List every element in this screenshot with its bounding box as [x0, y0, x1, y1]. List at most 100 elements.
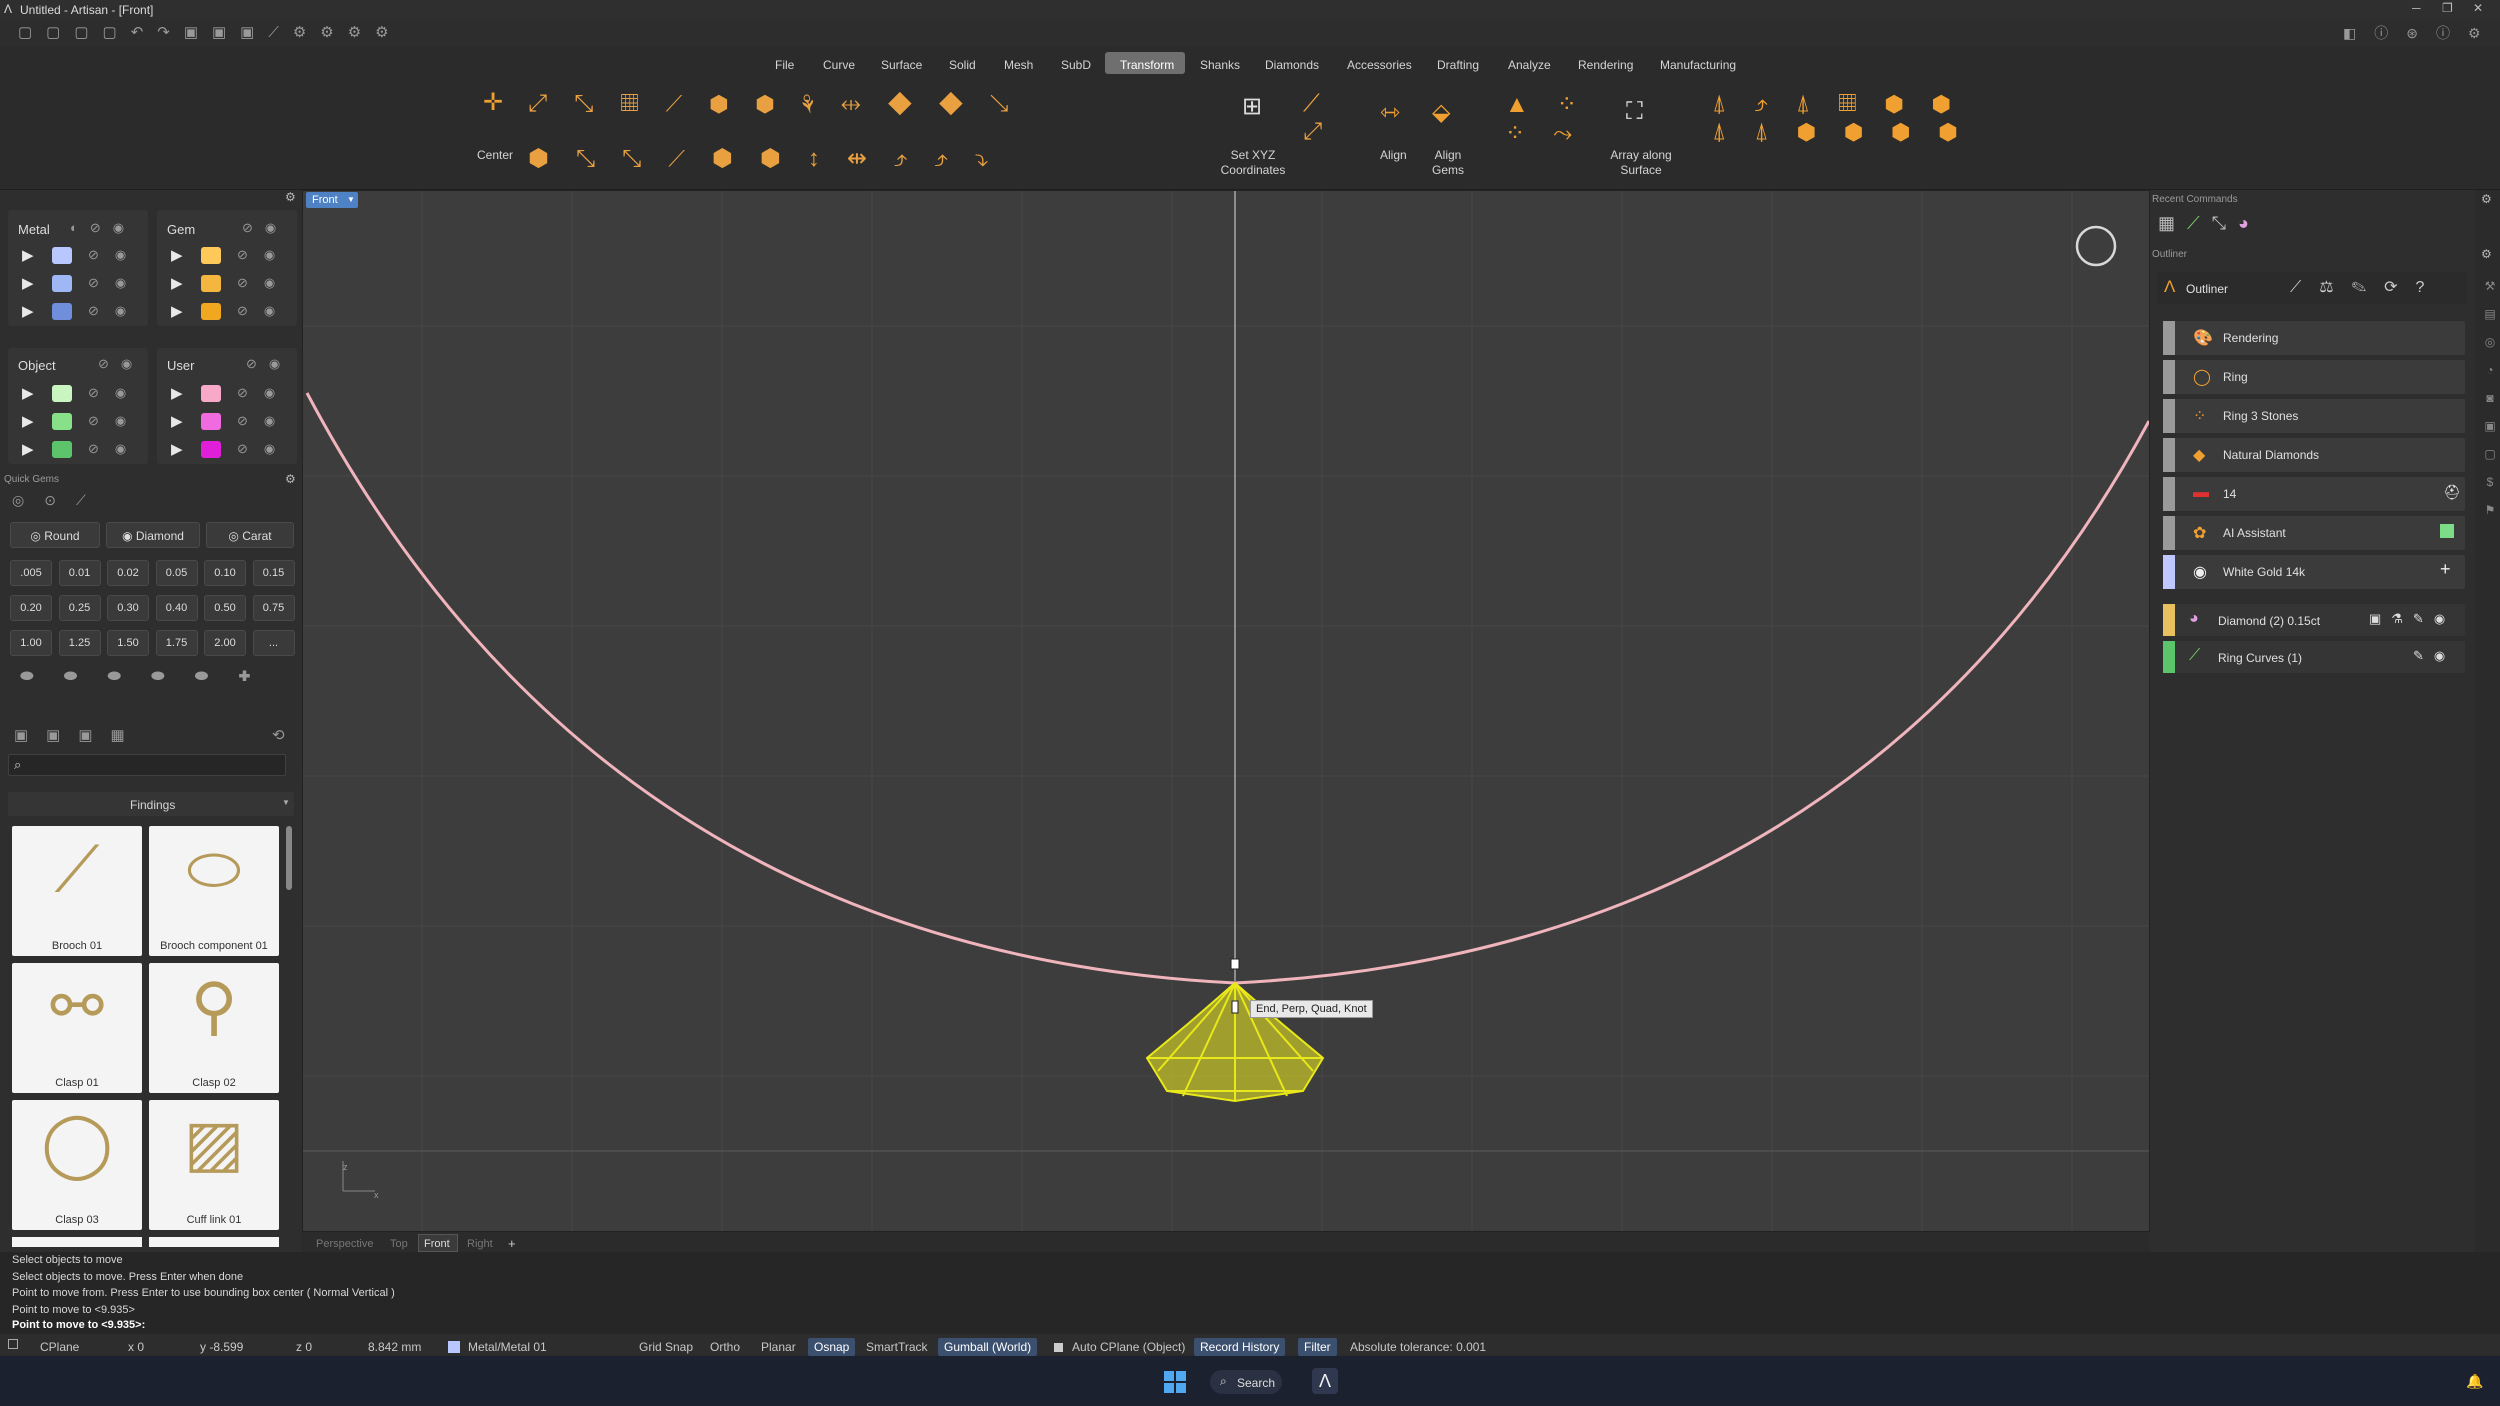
outliner-row[interactable]: 🎨 Rendering: [2163, 321, 2465, 355]
recent-command-icons[interactable]: ▦⟋⤡◕: [2158, 213, 2261, 234]
layer-expand-icon[interactable]: ▶: [171, 384, 183, 402]
layer-lock-visibility-icons[interactable]: ⊘◉: [237, 413, 291, 429]
gem-size-button[interactable]: 0.20: [10, 595, 52, 621]
layer-color-swatch[interactable]: [201, 385, 221, 402]
layer-color-swatch[interactable]: [201, 247, 221, 264]
menu-analyze[interactable]: Analyze: [1508, 58, 1551, 72]
right-dock-icons[interactable]: ⚒ ▤ ◎ ◔ ◙ ▣ ▢ $ ⚑: [2482, 272, 2498, 524]
menu-solid[interactable]: Solid: [949, 58, 976, 72]
viewport-tab-right[interactable]: Right: [467, 1238, 493, 1250]
grid-snap-toggle[interactable]: Grid Snap: [639, 1340, 693, 1354]
material-preview-icon[interactable]: ⛑: [2443, 484, 2461, 501]
layer-expand-icon[interactable]: ▶: [22, 246, 34, 264]
layer-color-swatch[interactable]: [52, 441, 72, 458]
osnap-toggle[interactable]: Osnap: [808, 1338, 856, 1356]
library-item[interactable]: [149, 1237, 279, 1247]
command-prompt[interactable]: Point to move to <9.935>:: [12, 1319, 145, 1331]
gem-size-button[interactable]: 2.00: [204, 630, 246, 656]
layer-expand-icon[interactable]: ▶: [22, 440, 34, 458]
gem-size-button[interactable]: ...: [252, 630, 295, 656]
viewport-tab-top[interactable]: Top: [390, 1238, 408, 1250]
outliner-row[interactable]: ◆ Natural Diamonds: [2163, 438, 2465, 472]
layer-color-swatch[interactable]: [52, 303, 72, 320]
menu-rendering[interactable]: Rendering: [1578, 58, 1633, 72]
layer-lock-visibility-icons[interactable]: ⊘◉: [237, 247, 291, 263]
outliner-row[interactable]: ◯ Ring: [2163, 360, 2465, 394]
tool-icons-right[interactable]: ⍋⤴⍋▦⬢⬢ ⍋⍋⬢⬢⬢⬢: [1712, 90, 1986, 146]
planar-toggle[interactable]: Planar: [761, 1340, 796, 1354]
status-layer[interactable]: Metal/Metal 01: [468, 1340, 547, 1354]
library-refresh-icon[interactable]: ⟲: [272, 726, 285, 744]
library-item[interactable]: ⚲ Clasp 02: [149, 963, 279, 1093]
center-button[interactable]: ✛: [473, 88, 513, 126]
gem-size-button[interactable]: 0.50: [204, 595, 246, 621]
status-panel-icon[interactable]: [8, 1339, 18, 1349]
layer-expand-icon[interactable]: ▶: [171, 412, 183, 430]
library-item[interactable]: [12, 1237, 142, 1247]
outliner-row[interactable]: ▬ 14: [2163, 477, 2465, 511]
viewport-canvas[interactable]: [303, 191, 2149, 1231]
gem-type-diamond-button[interactable]: ◉ Diamond: [106, 522, 200, 548]
gem-size-button[interactable]: 0.75: [252, 595, 295, 621]
layer-expand-icon[interactable]: ▶: [22, 384, 34, 402]
menu-curve[interactable]: Curve: [823, 58, 855, 72]
menu-manufacturing[interactable]: Manufacturing: [1660, 58, 1736, 72]
layer-lock-visibility-icons[interactable]: ⊘◉: [237, 275, 291, 291]
gem-size-button[interactable]: 1.75: [155, 630, 198, 656]
layer-color-swatch[interactable]: [201, 303, 221, 320]
layer-color-swatch[interactable]: [52, 247, 72, 264]
library-item[interactable]: ⟋ Brooch 01: [12, 826, 142, 956]
restore-button[interactable]: ❐: [2442, 1, 2453, 15]
library-tool-icons[interactable]: ▣▣▣▦: [14, 726, 143, 744]
status-layer-swatch[interactable]: [448, 1341, 460, 1353]
outliner-gear-icon[interactable]: ⚙: [2481, 247, 2492, 261]
windows-start-icon[interactable]: [1164, 1371, 1186, 1393]
auto-cplane-toggle[interactable]: Auto CPlane (Object): [1072, 1340, 1185, 1354]
align-button[interactable]: ⇿: [1380, 98, 1400, 127]
quick-gems-gear-icon[interactable]: ⚙: [285, 472, 296, 486]
set-xyz-button[interactable]: ⊞: [1237, 92, 1267, 122]
gem-header-icons[interactable]: ⊘◉: [242, 220, 288, 236]
layer-color-swatch[interactable]: [52, 275, 72, 292]
quick-gems-tool-icons[interactable]: ◎⊙⟋: [12, 492, 106, 509]
close-button[interactable]: ✕: [2473, 1, 2483, 15]
taskbar-artisan-icon[interactable]: Λ: [1312, 1368, 1338, 1394]
library-scrollbar[interactable]: [286, 826, 292, 890]
gem-size-button[interactable]: 0.30: [107, 595, 149, 621]
transform-tools-row2[interactable]: ⬢⤡⤡⟋⬢⬢↕⇹⤴⤴⤵: [528, 144, 1015, 173]
array-surface-button[interactable]: ⛶: [1626, 98, 1643, 126]
library-item[interactable]: ▨ Cuff link 01: [149, 1100, 279, 1230]
filter-toggle[interactable]: Filter: [1298, 1338, 1337, 1356]
layer-lock-visibility-icons[interactable]: ⊘◉: [88, 413, 142, 429]
library-search-input[interactable]: [8, 754, 286, 776]
left-panel-gear-icon[interactable]: ⚙: [285, 190, 296, 204]
layer-lock-visibility-icons[interactable]: ⊘◉: [237, 441, 291, 457]
menu-drafting[interactable]: Drafting: [1437, 58, 1479, 72]
status-cplane[interactable]: CPlane: [40, 1340, 79, 1354]
outliner-object-row[interactable]: ◕ Diamond (2) 0.15ct ▣⚗✎◉: [2163, 604, 2465, 636]
gumball-toggle[interactable]: Gumball (World): [938, 1338, 1038, 1356]
layer-color-swatch[interactable]: [201, 413, 221, 430]
add-viewport-tab-button[interactable]: +: [508, 1236, 516, 1251]
record-history-toggle[interactable]: Record History: [1194, 1338, 1286, 1356]
layer-color-swatch[interactable]: [201, 275, 221, 292]
layer-lock-visibility-icons[interactable]: ⊘◉: [88, 385, 142, 401]
gem-cut-icons[interactable]: ⬬⬬⬬⬬⬬✚: [20, 668, 280, 686]
layer-lock-visibility-icons[interactable]: ⊘◉: [88, 247, 142, 263]
transform-tools-row1[interactable]: ⤢⤡▦⟋⬢⬢⚘⇹◆◆↘: [528, 90, 1036, 118]
gem-size-button[interactable]: 1.25: [58, 630, 101, 656]
layer-color-swatch[interactable]: [52, 385, 72, 402]
gem-tools[interactable]: ▲⁘ ⁘⤳: [1505, 90, 1605, 148]
ortho-toggle[interactable]: Ortho: [710, 1340, 740, 1354]
help-icons[interactable]: ◧ⓘ⊛ⓘ⚙: [2343, 23, 2499, 43]
gem-size-button[interactable]: 0.10: [204, 560, 246, 586]
gem-size-button[interactable]: 0.05: [155, 560, 198, 586]
menu-subd[interactable]: SubD: [1061, 58, 1091, 72]
menu-mesh[interactable]: Mesh: [1004, 58, 1033, 72]
gem-size-button[interactable]: 1.50: [107, 630, 149, 656]
gem-size-button[interactable]: 0.40: [155, 595, 198, 621]
outliner-row[interactable]: ✿ AI Assistant: [2163, 516, 2465, 550]
tool-icons-mid[interactable]: ⟋ ⤢: [1303, 90, 1350, 146]
layer-lock-visibility-icons[interactable]: ⊘◉: [88, 275, 142, 291]
outliner-row[interactable]: ◉ White Gold 14k: [2163, 555, 2465, 589]
